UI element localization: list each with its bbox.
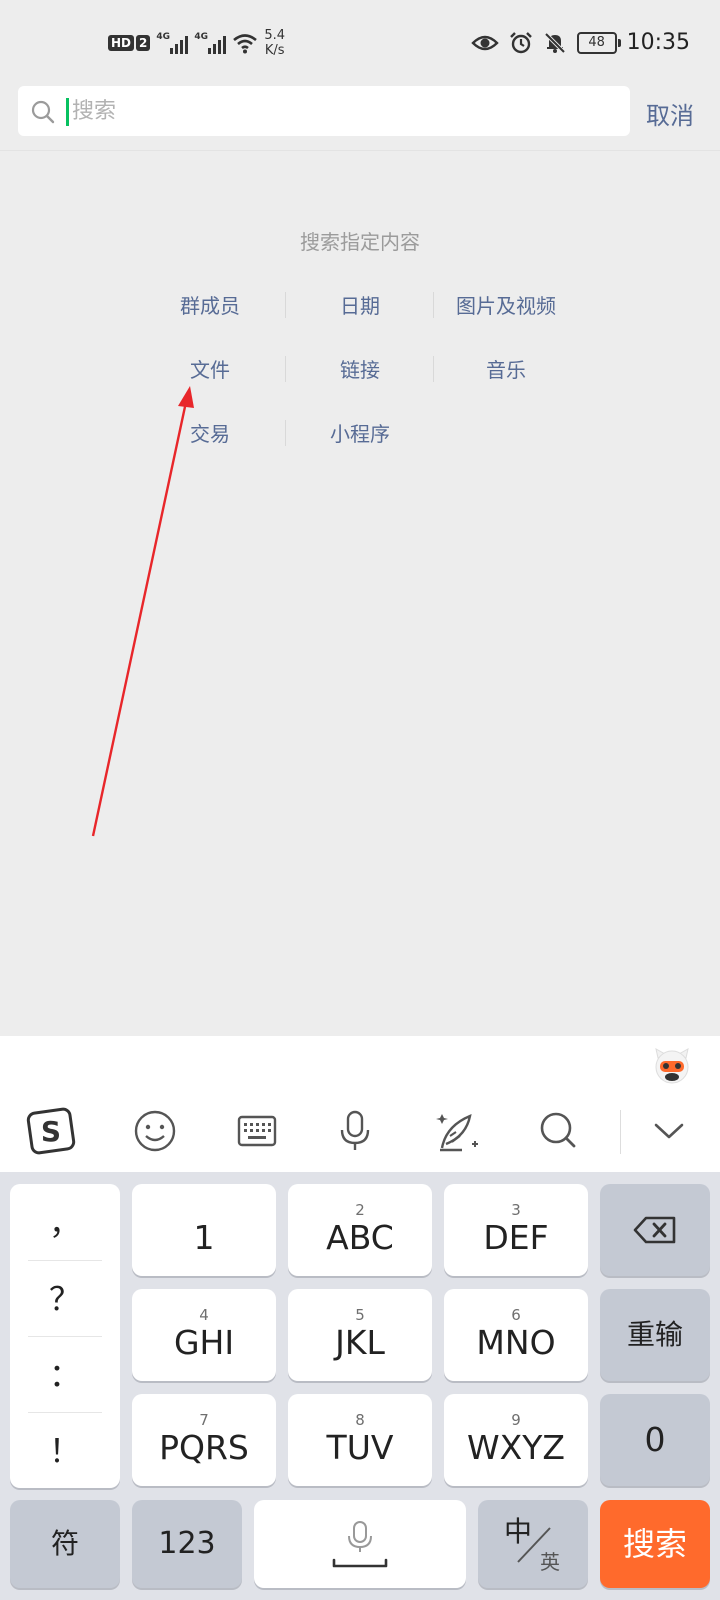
key-4-ghi[interactable]: 4 GHI: [132, 1289, 276, 1381]
key-main-label: 0: [644, 1420, 666, 1459]
category-group-members[interactable]: 群成员: [136, 290, 284, 319]
key-sub-label: 4: [199, 1306, 209, 1324]
status-bar: HD 2 4G 4G 5.4 K/s 48 10:35: [0, 0, 720, 84]
key-5-jkl[interactable]: 5 JKL: [288, 1289, 432, 1381]
handwriting-icon[interactable]: [432, 1106, 482, 1156]
symbol-label: 符: [50, 1527, 79, 1560]
cell-signal-icon-sim2: 4G: [194, 32, 227, 54]
search-submit-label: 搜索: [622, 1525, 687, 1563]
key-6-mno[interactable]: 6 MNO: [444, 1289, 588, 1381]
key-9-wxyz[interactable]: 9 WXYZ: [444, 1394, 588, 1486]
clock: 10:35: [626, 30, 690, 55]
space-voice-icon: [332, 1521, 388, 1568]
key-main-label: WXYZ: [466, 1428, 565, 1467]
key-sub-label: 2: [355, 1201, 365, 1219]
key-sub-label: 8: [355, 1411, 365, 1429]
key-main-label: 1: [193, 1218, 215, 1257]
category-mini-programs[interactable]: 小程序: [286, 418, 434, 447]
punct-comma-key[interactable]: ，: [10, 1184, 120, 1258]
keyboard-icon[interactable]: [232, 1106, 282, 1156]
key-main-label: MNO: [476, 1323, 556, 1362]
battery-icon: 48: [576, 31, 621, 54]
key-main-label: GHI: [173, 1323, 235, 1362]
key-sub-label: 5: [355, 1306, 365, 1324]
punct-colon-key[interactable]: ：: [10, 1336, 120, 1410]
key-main-label: PQRS: [159, 1428, 249, 1467]
key-main-label: ABC: [326, 1218, 394, 1257]
key-7-pqrs[interactable]: 7 PQRS: [132, 1394, 276, 1486]
key-sub-label: 9: [511, 1411, 521, 1429]
numeric-key[interactable]: 123: [132, 1500, 242, 1588]
hd-label: HD: [108, 35, 135, 51]
eye-comfort-icon: [470, 35, 499, 50]
header-divider: [0, 150, 720, 151]
alarm-icon: [509, 31, 532, 53]
category-music[interactable]: 音乐: [432, 354, 580, 383]
toolbar-separator: [620, 1110, 621, 1154]
mute-bell-icon: [544, 32, 566, 53]
sim2-network-type: 4G: [194, 32, 209, 42]
punctuation-column[interactable]: ， ？ ： ！: [10, 1184, 120, 1488]
category-images-videos[interactable]: 图片及视频: [432, 290, 580, 319]
key-0[interactable]: 0: [600, 1394, 710, 1486]
status-left-group: HD 2 4G 4G 5.4 K/s: [108, 28, 285, 58]
key-3-def[interactable]: 3 DEF: [444, 1184, 588, 1276]
search-categories-title: 搜索指定内容: [300, 230, 420, 254]
search-box[interactable]: [18, 86, 630, 136]
hd-sim-number: 2: [136, 35, 151, 51]
punct-question-key[interactable]: ？: [10, 1260, 120, 1334]
reenter-label: 重输: [626, 1318, 683, 1351]
search-input[interactable]: [72, 94, 612, 128]
search-icon: [31, 100, 55, 124]
category-date[interactable]: 日期: [286, 290, 434, 319]
microphone-icon[interactable]: [330, 1106, 380, 1156]
backspace-key[interactable]: [600, 1184, 710, 1276]
network-speed: 5.4 K/s: [264, 28, 285, 58]
network-speed-value: 5.4: [264, 28, 286, 43]
ime-mascot-icon[interactable]: [652, 1046, 692, 1086]
key-2-abc[interactable]: 2 ABC: [288, 1184, 432, 1276]
backspace-icon: [633, 1216, 676, 1244]
key-sub-label: 3: [511, 1201, 521, 1219]
key-1[interactable]: 1: [132, 1184, 276, 1276]
category-files[interactable]: 文件: [136, 354, 284, 383]
category-links[interactable]: 链接: [286, 354, 434, 383]
en-label: 英: [540, 1550, 560, 1574]
sogou-logo-icon[interactable]: S: [26, 1106, 76, 1156]
battery-level: 48: [588, 35, 605, 50]
key-main-label: JKL: [335, 1323, 385, 1362]
key-8-tuv[interactable]: 8 TUV: [288, 1394, 432, 1486]
key-main-label: TUV: [326, 1428, 394, 1467]
cell-signal-icon-sim1: 4G: [156, 32, 189, 54]
reenter-key[interactable]: 重输: [600, 1289, 710, 1381]
numeric-label: 123: [158, 1526, 216, 1561]
sim1-network-type: 4G: [156, 32, 171, 42]
key-sub-label: 7: [199, 1411, 209, 1429]
status-right-group: 48 10:35: [470, 30, 690, 55]
text-caret: [66, 98, 69, 126]
search-icon[interactable]: [534, 1106, 584, 1156]
search-submit-key[interactable]: 搜索: [600, 1500, 710, 1588]
collapse-chevron-icon[interactable]: [644, 1106, 694, 1156]
key-main-label: DEF: [483, 1218, 549, 1257]
key-sub-label: 6: [511, 1306, 521, 1324]
emoji-icon[interactable]: [130, 1106, 180, 1156]
svg-text:S: S: [41, 1115, 61, 1148]
wifi-icon: [233, 34, 258, 54]
network-speed-unit: K/s: [264, 43, 285, 58]
cancel-button[interactable]: 取消: [646, 96, 694, 131]
punct-exclamation-key[interactable]: ！: [10, 1412, 120, 1486]
symbol-key[interactable]: 符: [10, 1500, 120, 1588]
space-key[interactable]: [254, 1500, 466, 1588]
hd-voice-icon: HD 2: [108, 35, 151, 51]
category-transactions[interactable]: 交易: [136, 418, 284, 447]
zh-en-toggle-key[interactable]: 中 英: [478, 1500, 588, 1588]
